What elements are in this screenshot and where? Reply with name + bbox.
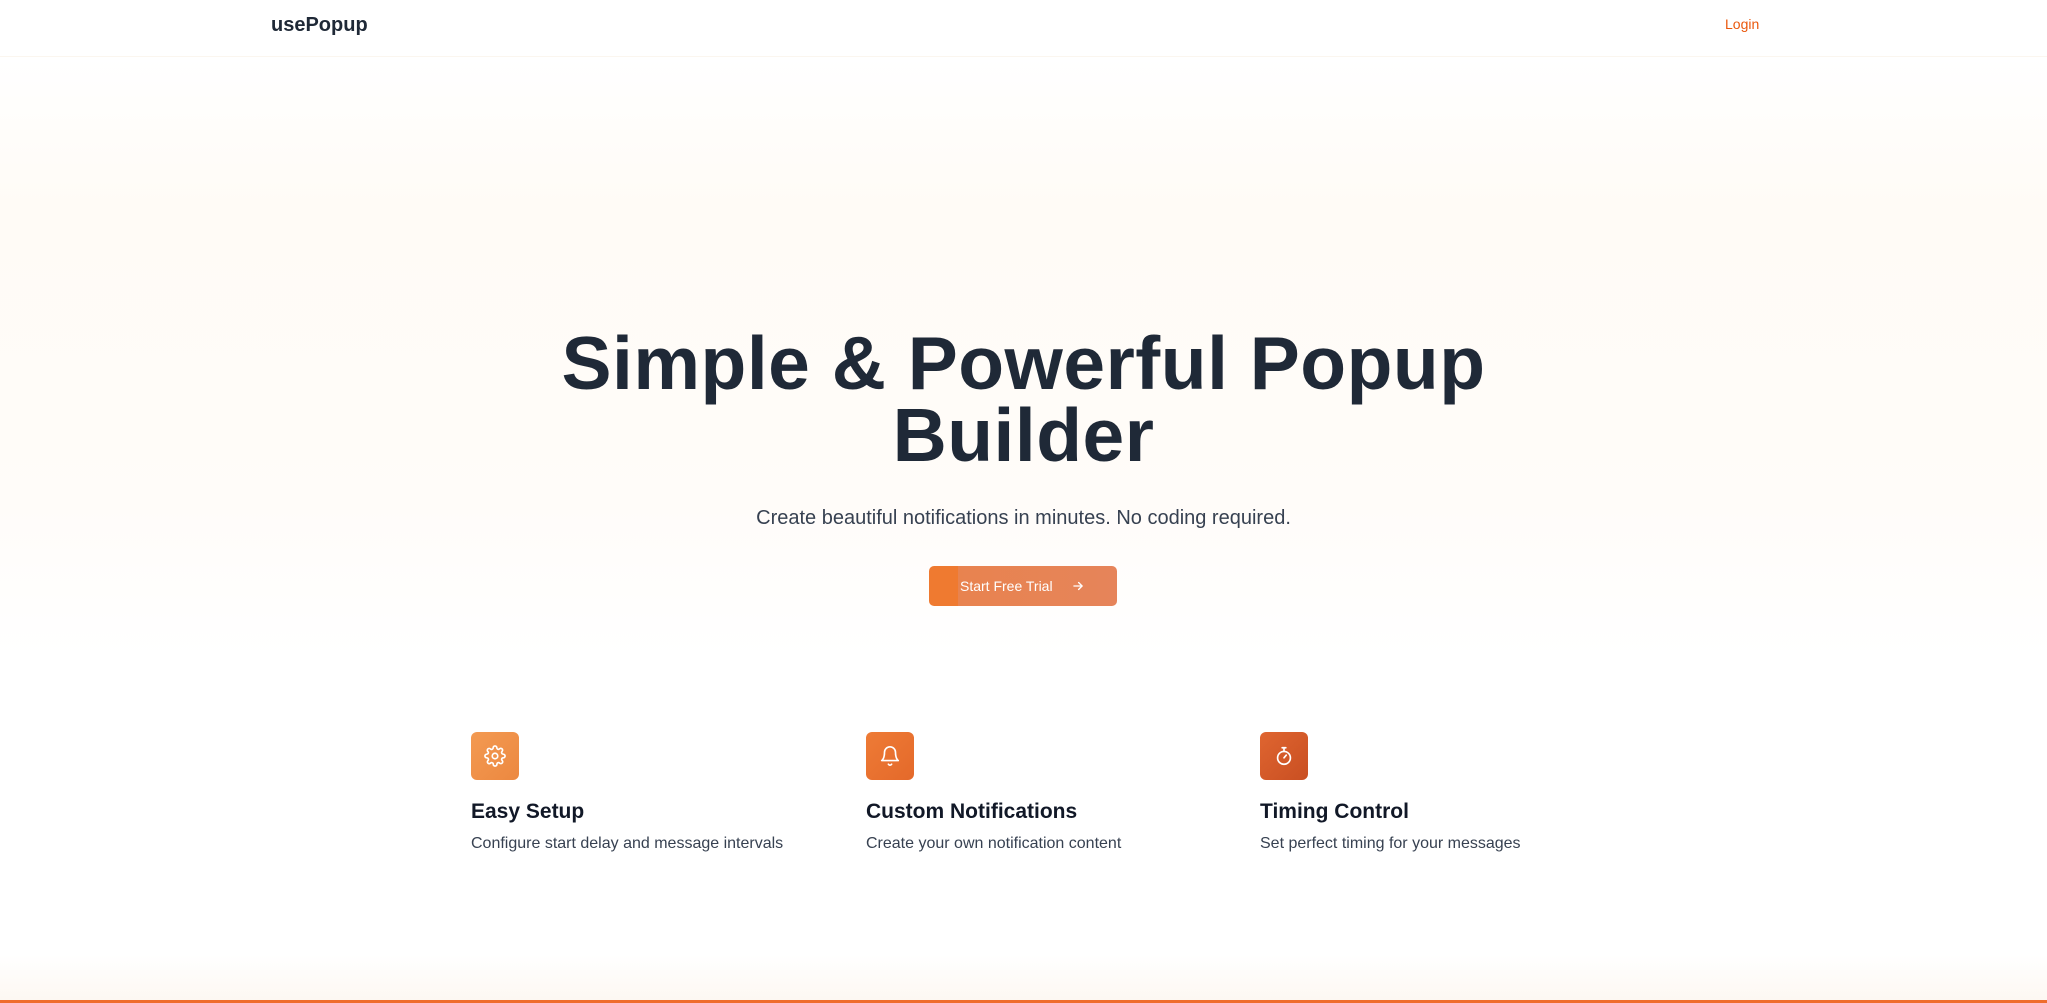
top-nav: usePopup Login (0, 0, 2047, 57)
hero-section: Simple & Powerful Popup Builder Create b… (0, 57, 2047, 657)
feature-icon-box (471, 732, 519, 780)
brand-logo[interactable]: usePopup (271, 14, 368, 37)
feature-card-easy-setup: Easy Setup Configure start delay and mes… (471, 732, 831, 853)
gear-icon (484, 745, 506, 767)
feature-description: Create your own notification content (866, 835, 1122, 852)
feature-card-timing-control: Timing Control Set perfect timing for yo… (1260, 732, 1620, 853)
feature-card-custom-notifications: Custom Notifications Create your own not… (866, 732, 1226, 853)
hero-title: Simple & Powerful Popup Builder (0, 326, 2047, 473)
login-link[interactable]: Login (1725, 16, 1759, 32)
feature-icon-box (866, 732, 914, 780)
feature-title: Custom Notifications (866, 800, 1078, 823)
feature-description: Configure start delay and message interv… (471, 835, 784, 852)
feature-description: Set perfect timing for your messages (1260, 835, 1521, 852)
bell-icon (880, 746, 900, 766)
start-free-trial-label: Start Free Trial (960, 578, 1053, 594)
stopwatch-icon (1276, 746, 1292, 766)
feature-icon-box (1260, 732, 1308, 780)
start-free-trial-button[interactable]: Start Free Trial (929, 566, 1117, 606)
hero-title-line-2: Builder (892, 393, 1155, 477)
feature-title: Easy Setup (471, 800, 585, 823)
arrow-right-icon (1072, 581, 1083, 591)
page: usePopup Login Simple & Powerful Popup B… (0, 0, 2047, 1003)
footer-band (0, 955, 2047, 1001)
feature-title: Timing Control (1260, 800, 1409, 823)
hero-subtitle: Create beautiful notifications in minute… (756, 507, 1291, 529)
